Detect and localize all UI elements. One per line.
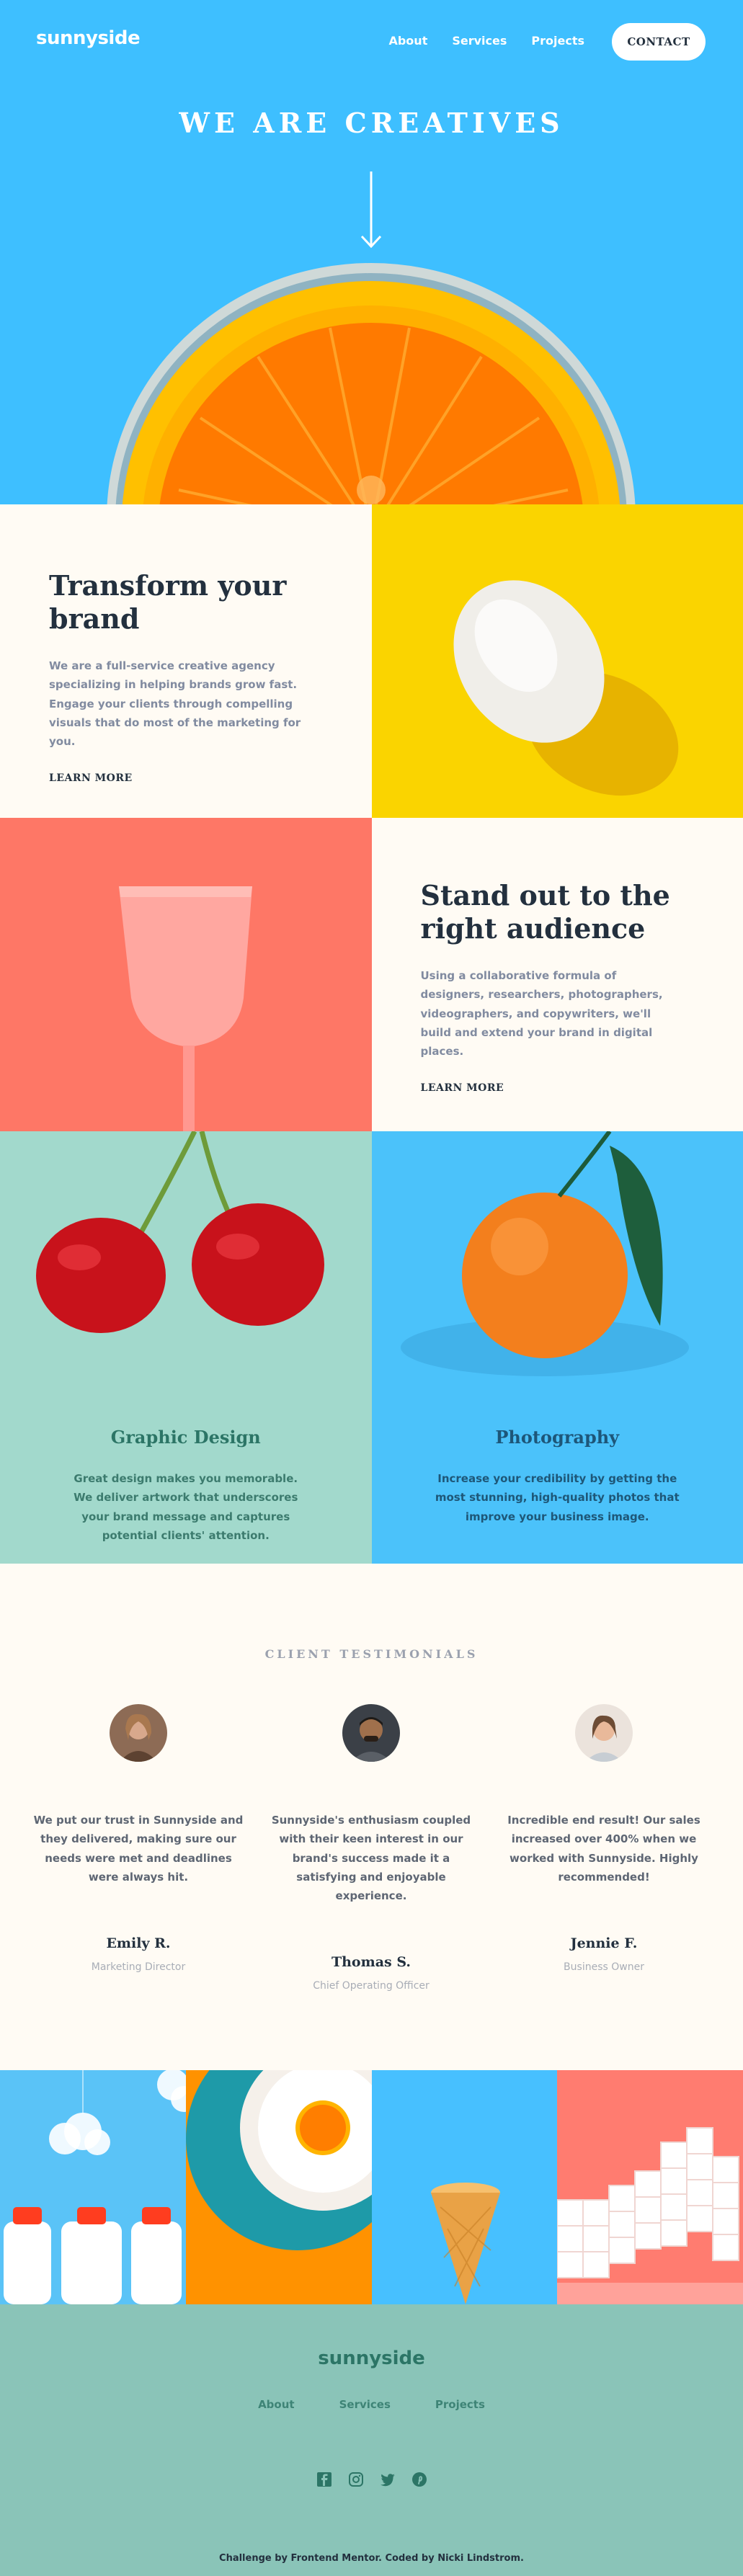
standout-title: Stand out to the right audience xyxy=(421,879,743,945)
transform-title-line1: Transform your xyxy=(49,569,287,602)
gallery-section xyxy=(0,2070,743,2304)
testimonial-role: Business Owner xyxy=(564,1961,644,1973)
nav-link-about[interactable]: About xyxy=(388,34,427,48)
nav-link-services[interactable]: Services xyxy=(452,34,507,48)
main-nav: sunnyside About Services Projects CONTAC… xyxy=(0,22,743,61)
standout-text: Stand out to the right audience Using a … xyxy=(371,818,743,1131)
hero-section: sunnyside About Services Projects CONTAC… xyxy=(0,0,743,504)
graphic-design-body: Great design makes you memorable. We del… xyxy=(74,1472,298,1542)
testimonials-label: CLIENT TESTIMONIALS xyxy=(264,1647,479,1661)
hero-title: WE ARE CREATIVES xyxy=(179,107,564,139)
transform-section: Transform your brand We are a full-servi… xyxy=(0,504,743,818)
testimonial-quote: Incredible end result! Our sales increas… xyxy=(507,1814,700,1884)
standout-title-line1: Stand out to the xyxy=(420,879,670,912)
logo[interactable]: sunnyside xyxy=(36,27,141,49)
footer-link-projects[interactable]: Projects xyxy=(435,2398,485,2411)
testimonial-quote: Sunnyside's enthusiasm coupled with thei… xyxy=(271,1814,471,1902)
standout-body: Using a collaborative formula of designe… xyxy=(420,969,663,1059)
avatar-thomas xyxy=(342,1704,400,1762)
gallery-sugar-cubes-image xyxy=(557,2070,743,2304)
transform-body: We are a full-service creative agency sp… xyxy=(49,659,301,749)
photography-body: Increase your credibility by getting the… xyxy=(435,1472,680,1523)
twitter-icon[interactable] xyxy=(380,2472,396,2487)
footer-link-services[interactable]: Services xyxy=(339,2398,391,2411)
arrow-down-icon xyxy=(360,171,382,249)
graphic-design-title: Graphic Design xyxy=(110,1427,261,1448)
photography-text: Photography Increase your credibility by… xyxy=(372,1427,743,1526)
standout-title-line2: right audience xyxy=(420,912,646,945)
graphic-design-text: Graphic Design Great design makes you me… xyxy=(0,1427,372,1545)
gallery-ice-cream-cone-image xyxy=(371,2070,558,2304)
footer-links: About Services Projects xyxy=(0,2398,743,2411)
services-cards-section: Graphic Design Great design makes you me… xyxy=(0,1131,743,1564)
testimonial-card-3: Incredible end result! Our sales increas… xyxy=(496,1704,712,1973)
testimonial-name: Emily R. xyxy=(106,1935,171,1951)
graphic-design-card: Graphic Design Great design makes you me… xyxy=(0,1131,372,1564)
transform-title: Transform your brand xyxy=(49,569,372,635)
instagram-icon[interactable] xyxy=(348,2472,364,2487)
transform-learn-more-link[interactable]: LEARN MORE xyxy=(48,772,134,785)
hero-orange-image xyxy=(107,263,636,504)
footer-logo[interactable]: sunnyside xyxy=(0,2348,743,2369)
testimonials-section: CLIENT TESTIMONIALS We put our trust in … xyxy=(0,1564,743,2070)
standout-learn-more-link[interactable]: LEARN MORE xyxy=(419,1082,505,1095)
footer: sunnyside About Services Projects Challe… xyxy=(0,2304,743,2576)
avatar-emily xyxy=(110,1704,167,1762)
transform-text: Transform your brand We are a full-servi… xyxy=(0,504,372,818)
avatar-jennie xyxy=(575,1704,633,1762)
standout-section: Stand out to the right audience Using a … xyxy=(0,818,743,1131)
testimonial-name: Thomas S. xyxy=(331,1954,411,1971)
pinterest-icon[interactable] xyxy=(411,2472,427,2487)
testimonial-name: Jennie F. xyxy=(570,1935,638,1951)
testimonial-card-2: Sunnyside's enthusiasm coupled with thei… xyxy=(263,1704,479,1992)
testimonial-card-1: We put our trust in Sunnyside and they d… xyxy=(30,1704,246,1973)
testimonial-role: Chief Operating Officer xyxy=(313,1980,430,1992)
egg-image xyxy=(371,504,743,818)
photography-title: Photography xyxy=(495,1427,620,1448)
footer-credit: Challenge by Frontend Mentor. Coded by N… xyxy=(219,2553,524,2564)
egg-illustration xyxy=(453,580,678,796)
gallery-milk-bottles-image xyxy=(0,2070,186,2304)
social-links xyxy=(0,2472,743,2487)
photography-card: Photography Increase your credibility by… xyxy=(371,1131,743,1564)
facebook-icon[interactable] xyxy=(316,2472,332,2487)
contact-button[interactable]: CONTACT xyxy=(612,23,706,61)
gallery-orange-plate-image xyxy=(185,2070,372,2304)
testimonial-quote: We put our trust in Sunnyside and they d… xyxy=(33,1814,244,1884)
testimonial-role: Marketing Director xyxy=(91,1961,186,1973)
nav-link-projects[interactable]: Projects xyxy=(531,34,584,48)
transform-title-line2: brand xyxy=(49,602,140,635)
glass-illustration xyxy=(119,886,252,1131)
glass-image xyxy=(0,818,372,1131)
nav-links: About Services Projects xyxy=(388,34,584,48)
footer-link-about[interactable]: About xyxy=(258,2398,295,2411)
